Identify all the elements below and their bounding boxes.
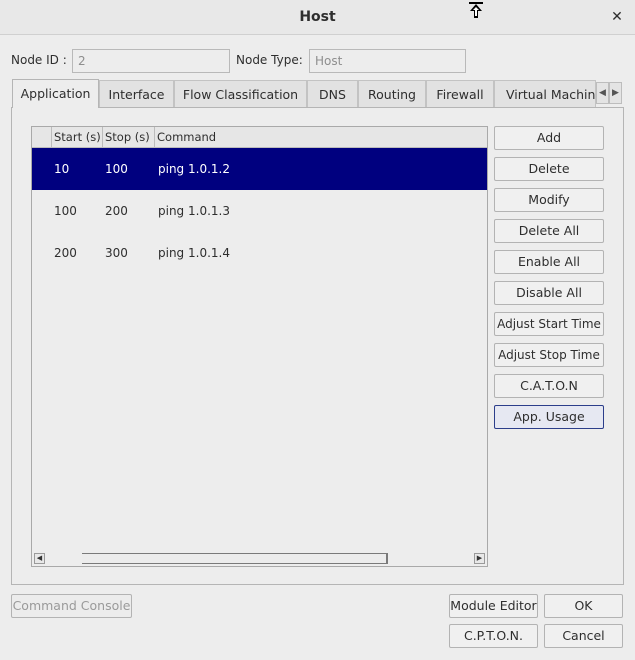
modify-button[interactable]: Modify	[494, 188, 604, 212]
table-header: Start (s) Stop (s) Command	[32, 127, 487, 148]
node-id-label: Node ID :	[11, 53, 67, 67]
cell-command: ping 1.0.1.4	[158, 246, 230, 260]
tab-scroll-left-icon[interactable]: ◀	[596, 82, 609, 104]
tab-dns[interactable]: DNS	[307, 80, 358, 107]
tab-interface[interactable]: Interface	[99, 80, 174, 107]
module-editor-button[interactable]: Module Editor	[449, 594, 538, 618]
header-spacer	[32, 127, 52, 147]
cpton-button[interactable]: C.P.T.O.N.	[449, 624, 538, 648]
close-icon[interactable]: ✕	[609, 9, 625, 25]
delete-button[interactable]: Delete	[494, 157, 604, 181]
table-row[interactable]: 10 100 ping 1.0.1.2	[32, 148, 487, 190]
tab-scroll-right-icon[interactable]: ▶	[609, 82, 622, 104]
column-command[interactable]: Command	[155, 127, 487, 147]
node-type-field: Host	[309, 49, 466, 73]
tab-routing[interactable]: Routing	[358, 80, 426, 107]
caton-button[interactable]: C.A.T.O.N	[494, 374, 604, 398]
adjust-start-time-button[interactable]: Adjust Start Time	[494, 312, 604, 336]
title-bar: Host ✕	[0, 0, 635, 35]
cancel-button[interactable]: Cancel	[544, 624, 623, 648]
add-button[interactable]: Add	[494, 126, 604, 150]
tab-virtual-machine[interactable]: Virtual Machine	[494, 80, 596, 107]
cell-stop: 300	[105, 246, 128, 260]
scroll-left-icon[interactable]: ◀	[34, 553, 45, 564]
adjust-stop-time-button[interactable]: Adjust Stop Time	[494, 343, 604, 367]
cell-stop: 200	[105, 204, 128, 218]
delete-all-button[interactable]: Delete All	[494, 219, 604, 243]
tab-flow-classification[interactable]: Flow Classification	[174, 80, 307, 107]
disable-all-button[interactable]: Disable All	[494, 281, 604, 305]
cell-start: 100	[54, 204, 77, 218]
table-row[interactable]: 100 200 ping 1.0.1.3	[32, 190, 487, 232]
command-console-button[interactable]: Command Console	[11, 594, 132, 618]
app-usage-button[interactable]: App. Usage	[494, 405, 604, 429]
window-title: Host	[299, 9, 336, 25]
horizontal-scrollbar[interactable]: ◀ ▶	[32, 551, 487, 566]
tab-firewall[interactable]: Firewall	[426, 80, 494, 107]
ok-button[interactable]: OK	[544, 594, 623, 618]
node-type-label: Node Type:	[236, 53, 303, 67]
cell-command: ping 1.0.1.3	[158, 204, 230, 218]
scroll-thumb[interactable]	[82, 553, 388, 564]
enable-all-button[interactable]: Enable All	[494, 250, 604, 274]
node-id-field: 2	[72, 49, 230, 73]
cell-command: ping 1.0.1.2	[158, 162, 230, 176]
column-start[interactable]: Start (s)	[52, 127, 103, 147]
table-row[interactable]: 200 300 ping 1.0.1.4	[32, 232, 487, 274]
cell-start: 10	[54, 162, 70, 176]
cell-start: 200	[54, 246, 77, 260]
tab-application[interactable]: Application	[12, 79, 99, 108]
scroll-right-icon[interactable]: ▶	[474, 553, 485, 564]
cell-stop: 100	[105, 162, 128, 176]
mouse-cursor-icon	[469, 2, 483, 18]
application-table[interactable]: Start (s) Stop (s) Command 10 100 ping 1…	[31, 126, 488, 567]
column-stop[interactable]: Stop (s)	[103, 127, 155, 147]
